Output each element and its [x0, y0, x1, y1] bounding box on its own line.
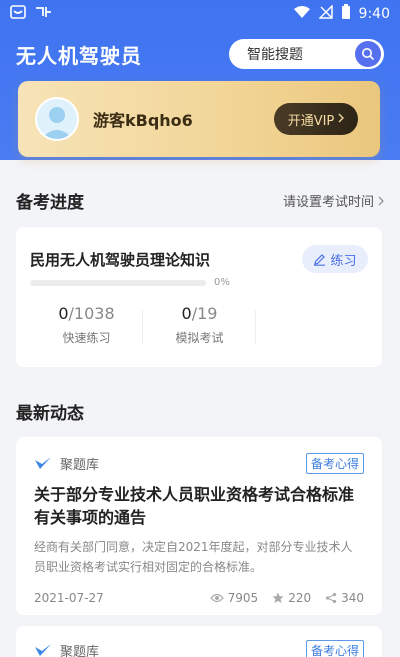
progress-section-header: 备考进度 请设置考试时间 [16, 188, 384, 213]
app-notify-icon [34, 5, 52, 23]
avatar[interactable] [35, 97, 79, 141]
practice-label: 练习 [330, 253, 357, 269]
news-source: 聚题库 [60, 644, 100, 657]
quick-practice-total: 1038 [73, 304, 115, 323]
news-tag[interactable]: 备考心得 [305, 639, 364, 657]
mock-exam-done: 0 [181, 304, 192, 323]
news-source: 聚题库 [60, 457, 100, 473]
notification-icon [10, 5, 26, 23]
mock-exam-stat[interactable]: 0/19 模拟考试 [143, 304, 256, 346]
user-avatar-icon [37, 99, 77, 139]
wifi-icon [293, 5, 311, 23]
news-card[interactable]: 聚题库 备考心得 关于部分专业技术人员职业资格考试合格标准有关事项的通告 经商有… [16, 437, 382, 615]
news-tag[interactable]: 备考心得 [305, 452, 364, 474]
eye-icon [209, 593, 224, 603]
set-exam-time-link[interactable]: 请设置考试时间 [283, 191, 384, 210]
study-progress-card: 民用无人机驾驶员理论知识 练习 0% 0/1038 快速练习 0/19 模拟考试 [16, 227, 382, 367]
progress-bar [30, 279, 206, 286]
mock-exam-label: 模拟考试 [175, 331, 224, 345]
tiku-logo-icon [35, 644, 51, 656]
share-icon [325, 592, 337, 604]
shares-value: 340 [341, 591, 364, 605]
chevron-right-icon [338, 112, 345, 127]
news-date: 2021-07-27 [34, 591, 104, 605]
vip-button-label: 开通VIP [287, 113, 335, 129]
news-description: 经商有关部门同意，决定自2021年度起，对部分专业技术人员职业资格考试实行相对固… [34, 540, 353, 574]
search-label: 智能搜题 [247, 47, 303, 63]
news-title[interactable]: 关于部分专业技术人员职业资格考试合格标准有关事项的通告 [34, 483, 364, 529]
mock-exam-total: 19 [197, 304, 218, 323]
stars-value: 220 [288, 591, 312, 605]
user-card[interactable]: 游客kBqho6 开通VIP [18, 81, 380, 157]
edit-icon [314, 253, 326, 266]
status-bar: 9:40 [0, 0, 400, 28]
set-exam-time-label: 请设置考试时间 [282, 195, 374, 210]
search-button[interactable] [355, 41, 381, 67]
progress-section-title: 备考进度 [16, 193, 84, 213]
subject-title: 民用无人机驾驶员理论知识 [30, 250, 211, 269]
smart-search-bar[interactable]: 智能搜题 [229, 39, 384, 69]
app-title: 无人机驾驶员 [16, 43, 142, 68]
username: 游客kBqho6 [93, 111, 193, 130]
quick-practice-stat[interactable]: 0/1038 快速练习 [30, 304, 143, 346]
news-section-header: 最新动态 [16, 399, 384, 424]
no-signal-icon [317, 4, 333, 23]
status-time: 9:40 [358, 6, 390, 22]
open-vip-button[interactable]: 开通VIP [274, 103, 358, 135]
views-count: 7905 [209, 591, 259, 605]
progress-percent: 0% [214, 277, 230, 288]
shares-count[interactable]: 340 [325, 591, 364, 605]
top-header: 无人机驾驶员 智能搜题 [16, 38, 384, 70]
practice-button[interactable]: 练习 [302, 245, 368, 273]
quick-practice-done: 0 [58, 304, 69, 323]
news-card[interactable]: 聚题库 备考心得 [16, 626, 382, 657]
search-icon [362, 48, 375, 61]
star-icon [272, 592, 284, 603]
news-section-title: 最新动态 [16, 404, 84, 424]
views-value: 7905 [227, 591, 259, 605]
quick-practice-label: 快速练习 [62, 331, 111, 345]
progress-row: 0% [30, 277, 368, 288]
tiku-logo-icon [35, 457, 51, 469]
stats-row: 0/1038 快速练习 0/19 模拟考试 [30, 304, 368, 346]
chevron-right-icon [378, 196, 384, 205]
battery-icon [341, 4, 351, 24]
stars-count[interactable]: 220 [272, 591, 311, 605]
